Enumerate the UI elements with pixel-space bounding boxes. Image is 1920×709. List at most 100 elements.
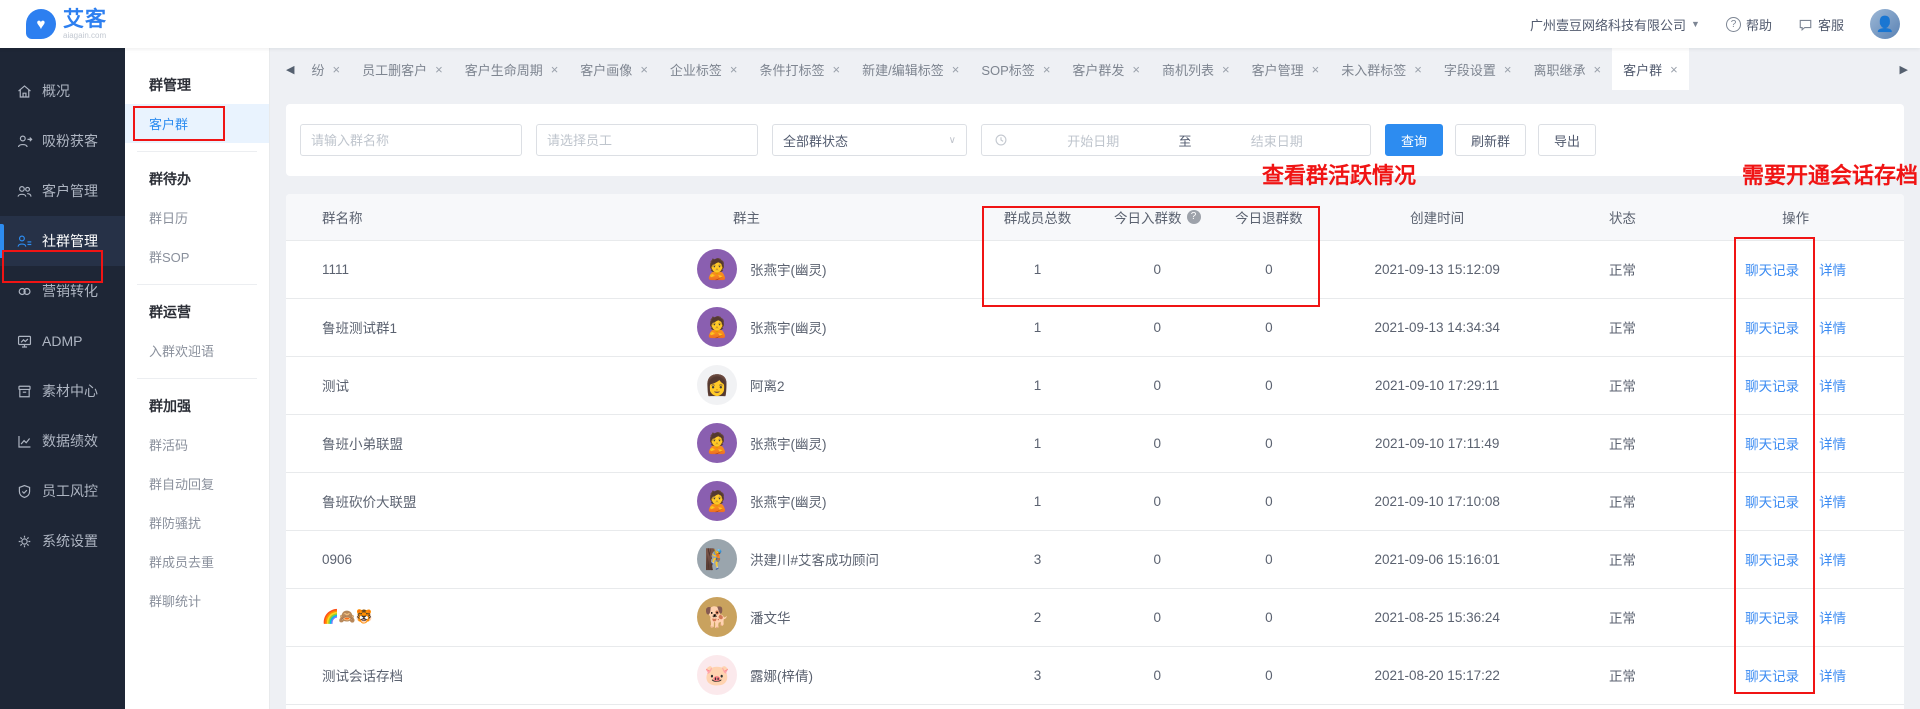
sidebar-item-customers[interactable]: 客户管理 (0, 166, 125, 216)
chat-log-link[interactable]: 聊天记录 (1745, 263, 1799, 278)
submenu-item[interactable]: 群活码 (125, 425, 269, 464)
joined-today-cell: 0 (1093, 646, 1221, 704)
primary-sidebar: 概况吸粉获客客户管理社群管理营销转化ADMP素材中心数据绩效员工风控系统设置 (0, 48, 125, 709)
chat-log-link[interactable]: 聊天记录 (1745, 379, 1799, 394)
submenu-item[interactable]: 群防骚扰 (125, 503, 269, 542)
joined-today-cell: 0 (1093, 530, 1221, 588)
detail-link[interactable]: 详情 (1819, 263, 1846, 278)
date-range-picker[interactable]: 开始日期 至 结束日期 (981, 124, 1371, 156)
group-name-input[interactable] (300, 124, 522, 156)
sidebar-item-settings[interactable]: 系统设置 (0, 516, 125, 566)
user-avatar[interactable]: 👤 (1870, 9, 1900, 39)
close-icon[interactable]: × (1132, 62, 1140, 77)
tab-label: SOP标签 (981, 60, 1034, 79)
tab-item[interactable]: 客户生命周期× (454, 48, 570, 90)
chat-log-link[interactable]: 聊天记录 (1745, 553, 1799, 568)
staff-input[interactable] (536, 124, 758, 156)
close-icon[interactable]: × (952, 62, 960, 77)
column-header-label: 今日入群数? (1114, 207, 1201, 227)
tab-item[interactable]: 客户群× (1612, 48, 1689, 90)
company-selector[interactable]: 广州壹豆网络科技有限公司 ▼ (1530, 15, 1700, 34)
tab-item[interactable]: 纷× (300, 48, 351, 90)
submenu-group-title: 群管理 (125, 66, 269, 104)
sidebar-item-marketing[interactable]: 营销转化 (0, 266, 125, 316)
group-name-cell: 0906 (286, 530, 697, 588)
start-date-placeholder[interactable]: 开始日期 (1012, 131, 1175, 150)
owner: 🙎张燕宇(幽灵) (697, 241, 982, 298)
detail-link[interactable]: 详情 (1819, 495, 1846, 510)
close-icon[interactable]: × (730, 62, 738, 77)
tab-item[interactable]: 员工删客户 × (351, 48, 454, 90)
submenu-item[interactable]: 群自动回复 (125, 464, 269, 503)
tab-label: 条件打标签 (760, 60, 825, 79)
close-icon[interactable]: × (1414, 62, 1422, 77)
tab-item[interactable]: 客户群发× (1061, 48, 1151, 90)
detail-link[interactable]: 详情 (1819, 321, 1846, 336)
tab-item[interactable]: 新建/编辑标签× (851, 48, 970, 90)
close-icon[interactable]: × (1504, 62, 1512, 77)
tab-item[interactable]: 未入群标签× (1330, 48, 1433, 90)
group-name-cell: 测试 (286, 356, 697, 414)
close-icon[interactable]: × (833, 62, 841, 77)
chat-log-link[interactable]: 聊天记录 (1745, 611, 1799, 626)
tab-item[interactable]: 字段设置× (1433, 48, 1523, 90)
end-date-placeholder[interactable]: 结束日期 (1196, 131, 1359, 150)
close-icon[interactable]: × (332, 62, 340, 77)
tab-item[interactable]: 条件打标签 × (749, 48, 852, 90)
owner-avatar: 👩 (697, 365, 737, 405)
submenu-group-title: 群运营 (125, 293, 269, 331)
tab-item[interactable]: SOP标签 × (970, 48, 1061, 90)
group-status-select[interactable]: 全部群状态 ∨ (772, 124, 967, 156)
members-total-cell: 3 (982, 646, 1094, 704)
search-button[interactable]: 查询 (1385, 124, 1443, 156)
sidebar-item-risk[interactable]: 员工风控 (0, 466, 125, 516)
tab-item[interactable]: 离职继承× (1522, 48, 1612, 90)
tab-item[interactable]: 企业标签× (659, 48, 749, 90)
tab-label: 员工删客户 (362, 60, 427, 79)
submenu-item[interactable]: 群日历 (125, 198, 269, 237)
close-icon[interactable]: × (1670, 62, 1678, 77)
export-button[interactable]: 导出 (1538, 124, 1596, 156)
sidebar-item-overview[interactable]: 概况 (0, 66, 125, 116)
owner-name: 张燕宇(幽灵) (750, 259, 827, 279)
close-icon[interactable]: × (1043, 62, 1051, 77)
members-total-cell: 1 (982, 240, 1094, 298)
column-header-label: 群主 (733, 207, 760, 227)
submenu-item[interactable]: 群SOP (125, 237, 269, 276)
close-icon[interactable]: × (1593, 62, 1601, 77)
tab-item[interactable]: 客户画像× (569, 48, 659, 90)
tabs-scroll-left-icon[interactable]: ◀ (280, 63, 300, 76)
detail-link[interactable]: 详情 (1819, 669, 1846, 684)
detail-link[interactable]: 详情 (1819, 553, 1846, 568)
refresh-group-button[interactable]: 刷新群 (1455, 124, 1526, 156)
close-icon[interactable]: × (640, 62, 648, 77)
chat-log-link[interactable]: 聊天记录 (1745, 495, 1799, 510)
detail-link[interactable]: 详情 (1819, 379, 1846, 394)
status-cell: 正常 (1558, 298, 1687, 356)
help-link[interactable]: ? 帮助 (1726, 15, 1772, 34)
tabs-scroll-right-icon[interactable]: ▶ (1894, 63, 1914, 76)
service-link[interactable]: 客服 (1798, 15, 1844, 34)
submenu-item[interactable]: 群聊统计 (125, 581, 269, 620)
tab-item[interactable]: 商机列表× (1151, 48, 1241, 90)
close-icon[interactable]: × (1222, 62, 1230, 77)
close-icon[interactable]: × (551, 62, 559, 77)
sidebar-item-acquire[interactable]: 吸粉获客 (0, 116, 125, 166)
sidebar-item-admp[interactable]: ADMP (0, 316, 125, 366)
chat-log-link[interactable]: 聊天记录 (1745, 669, 1799, 684)
tab-item[interactable]: 客户管理× (1241, 48, 1331, 90)
detail-link[interactable]: 详情 (1819, 437, 1846, 452)
close-icon[interactable]: × (1312, 62, 1320, 77)
chat-log-link[interactable]: 聊天记录 (1745, 437, 1799, 452)
help-icon[interactable]: ? (1187, 210, 1201, 224)
submenu-item[interactable]: 群成员去重 (125, 542, 269, 581)
submenu-item[interactable]: 客户群 (125, 104, 269, 143)
sidebar-item-materials[interactable]: 素材中心 (0, 366, 125, 416)
close-icon[interactable]: × (435, 62, 443, 77)
detail-link[interactable]: 详情 (1819, 611, 1846, 626)
submenu-item[interactable]: 入群欢迎语 (125, 331, 269, 370)
column-header: 操作 (1687, 194, 1904, 240)
sidebar-item-analytics[interactable]: 数据绩效 (0, 416, 125, 466)
sidebar-item-community[interactable]: 社群管理 (0, 216, 125, 266)
chat-log-link[interactable]: 聊天记录 (1745, 321, 1799, 336)
